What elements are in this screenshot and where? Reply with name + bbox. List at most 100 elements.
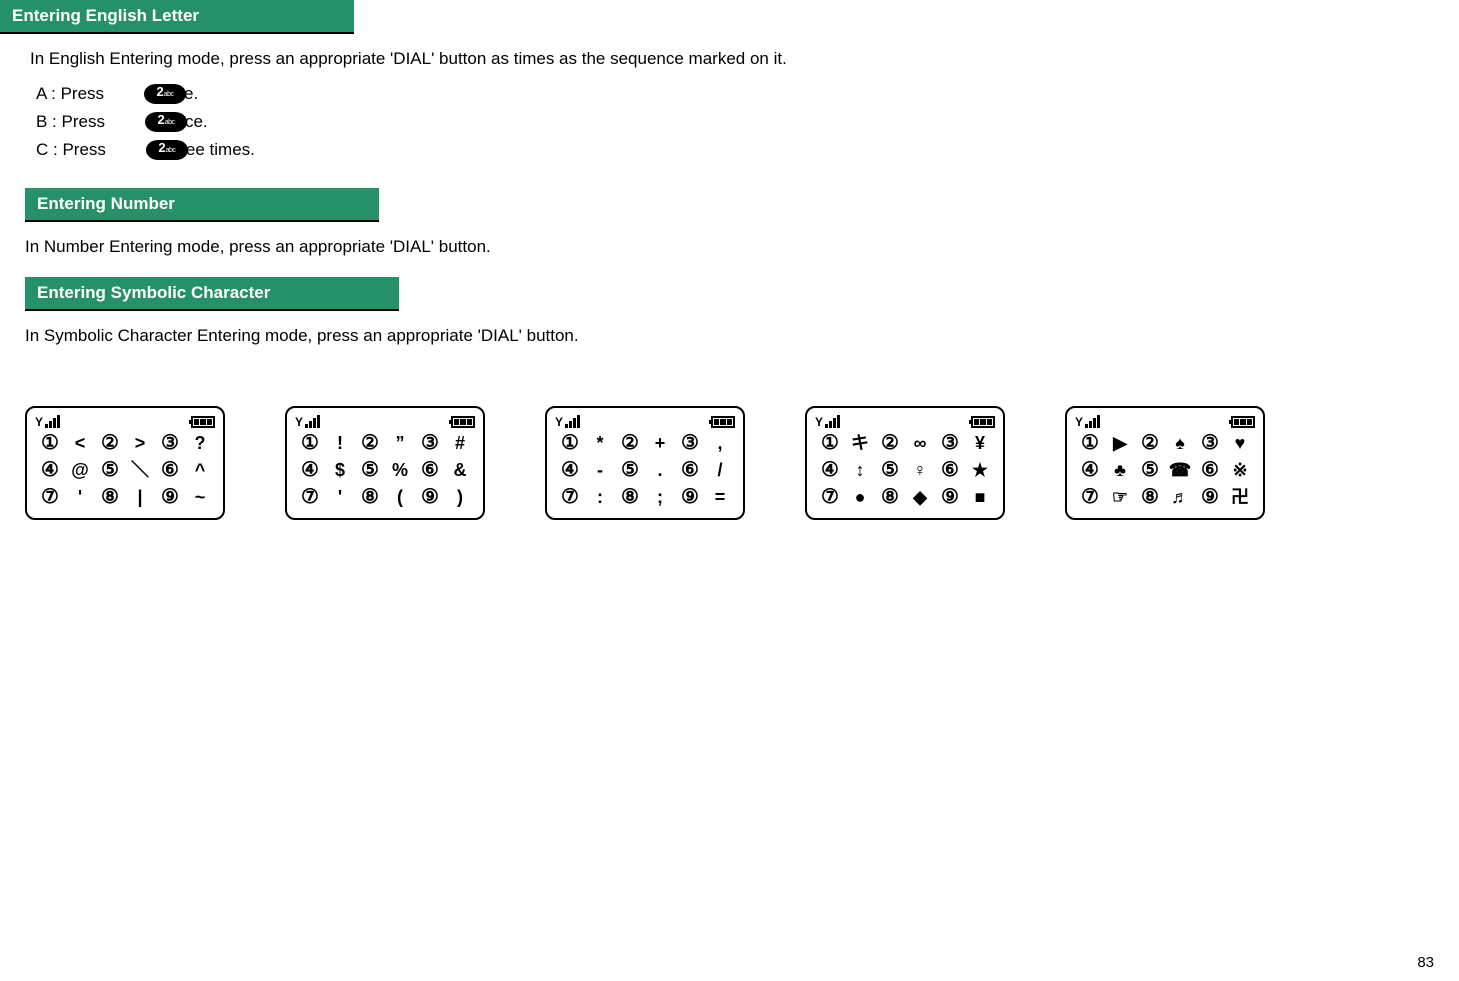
symbol-value: ♠ bbox=[1165, 430, 1195, 456]
key-number: ① bbox=[815, 430, 845, 456]
key-number: ⑨ bbox=[415, 484, 445, 510]
key-number: ⑨ bbox=[1195, 484, 1225, 510]
symbol-screens-row: Y ①<②>③?④@⑤＼⑥^⑦'⑧|⑨~ Y bbox=[0, 406, 1459, 520]
key-number: ⑤ bbox=[1135, 457, 1165, 483]
symbol-value: ! bbox=[325, 430, 355, 456]
key-number: ⑧ bbox=[95, 484, 125, 510]
symbol-value: % bbox=[385, 457, 415, 483]
signal-icon: Y bbox=[815, 415, 840, 428]
symbol-value: $ bbox=[325, 457, 355, 483]
key-number: ⑧ bbox=[1135, 484, 1165, 510]
key-number: ③ bbox=[1195, 430, 1225, 456]
section-header-symbolic: Entering Symbolic Character bbox=[25, 277, 399, 311]
press-row-a: A : Press 2abc e. bbox=[36, 84, 1459, 104]
status-bar: Y bbox=[35, 412, 215, 428]
symbol-value: ▶ bbox=[1105, 430, 1135, 456]
key-number: ② bbox=[355, 430, 385, 456]
symbol-value: ■ bbox=[965, 484, 995, 510]
key-2-icon: 2abc bbox=[145, 112, 187, 132]
symbol-grid: ①!②”③#④$⑤%⑥&⑦'⑧(⑨) bbox=[295, 430, 475, 510]
symbol-value: ) bbox=[445, 484, 475, 510]
key-number: ⑨ bbox=[935, 484, 965, 510]
key-number: ③ bbox=[155, 430, 185, 456]
key-number: ⑦ bbox=[815, 484, 845, 510]
symbol-value: / bbox=[705, 457, 735, 483]
battery-icon bbox=[971, 416, 995, 428]
key-number: ① bbox=[1075, 430, 1105, 456]
key-number: ⑦ bbox=[35, 484, 65, 510]
status-bar: Y bbox=[815, 412, 995, 428]
symbol-value: ^ bbox=[185, 457, 215, 483]
key-number: ③ bbox=[415, 430, 445, 456]
key-number: ⑧ bbox=[875, 484, 905, 510]
press-row-c: C : Press 2abc ee times. bbox=[36, 140, 1459, 160]
symbol-value: @ bbox=[65, 457, 95, 483]
symbol-value: + bbox=[645, 430, 675, 456]
symbol-value: ; bbox=[645, 484, 675, 510]
symbol-screen: Y ①*②+③,④-⑤.⑥/⑦:⑧;⑨= bbox=[545, 406, 745, 520]
key-number: ⑥ bbox=[155, 457, 185, 483]
key-number: ⑦ bbox=[1075, 484, 1105, 510]
symbol-value: ' bbox=[325, 484, 355, 510]
key-number: ② bbox=[1135, 430, 1165, 456]
symbol-screen: Y ①キ②∞③¥④↕⑤♀⑥★⑦●⑧◆⑨■ bbox=[805, 406, 1005, 520]
symbol-screen: Y ①<②>③?④@⑤＼⑥^⑦'⑧|⑨~ bbox=[25, 406, 225, 520]
symbol-value: ' bbox=[65, 484, 95, 510]
key-number: ④ bbox=[35, 457, 65, 483]
symbol-screen: Y ①!②”③#④$⑤%⑥&⑦'⑧(⑨) bbox=[285, 406, 485, 520]
key-number: ⑧ bbox=[355, 484, 385, 510]
key-number: ① bbox=[35, 430, 65, 456]
symbol-screen: Y ①▶②♠③♥④♣⑤☎⑥※⑦☞⑧♬⑨卍 bbox=[1065, 406, 1265, 520]
key-number: ⑥ bbox=[675, 457, 705, 483]
symbol-value: ☞ bbox=[1105, 484, 1135, 510]
battery-icon bbox=[1231, 416, 1255, 428]
symbol-value: | bbox=[125, 484, 155, 510]
english-intro-text: In English Entering mode, press an appro… bbox=[30, 49, 1459, 69]
symbol-value: ☎ bbox=[1165, 457, 1195, 483]
press-label: A : Press bbox=[36, 84, 104, 104]
section-english-body: In English Entering mode, press an appro… bbox=[0, 34, 1459, 188]
symbol-value: ♣ bbox=[1105, 457, 1135, 483]
key-number: ⑤ bbox=[615, 457, 645, 483]
battery-icon bbox=[711, 416, 735, 428]
key-number: ⑦ bbox=[555, 484, 585, 510]
section-number-body: In Number Entering mode, press an approp… bbox=[0, 222, 1459, 277]
symbol-value: ♥ bbox=[1225, 430, 1255, 456]
key-number: ⑤ bbox=[355, 457, 385, 483]
symbol-grid: ①▶②♠③♥④♣⑤☎⑥※⑦☞⑧♬⑨卍 bbox=[1075, 430, 1255, 510]
symbol-value: ” bbox=[385, 430, 415, 456]
symbol-value: ( bbox=[385, 484, 415, 510]
key-number: ② bbox=[875, 430, 905, 456]
key-number: ③ bbox=[675, 430, 705, 456]
symbol-value: > bbox=[125, 430, 155, 456]
key-number: ⑧ bbox=[615, 484, 645, 510]
symbol-value: ● bbox=[845, 484, 875, 510]
symbol-value: ◆ bbox=[905, 484, 935, 510]
key-number: ⑨ bbox=[675, 484, 705, 510]
page-number: 83 bbox=[1417, 954, 1434, 971]
symbol-value: - bbox=[585, 457, 615, 483]
key-number: ④ bbox=[555, 457, 585, 483]
symbol-value: ♀ bbox=[905, 457, 935, 483]
key-number: ⑥ bbox=[1195, 457, 1225, 483]
section-symbolic-body: In Symbolic Character Entering mode, pre… bbox=[0, 311, 1459, 366]
symbol-value: . bbox=[645, 457, 675, 483]
key-number: ④ bbox=[1075, 457, 1105, 483]
key-number: ④ bbox=[295, 457, 325, 483]
battery-icon bbox=[451, 416, 475, 428]
key-number: ⑥ bbox=[935, 457, 965, 483]
symbol-grid: ①*②+③,④-⑤.⑥/⑦:⑧;⑨= bbox=[555, 430, 735, 510]
key-2-icon: 2abc bbox=[146, 140, 188, 160]
key-number: ④ bbox=[815, 457, 845, 483]
key-number: ⑥ bbox=[415, 457, 445, 483]
symbol-value: 卍 bbox=[1225, 484, 1255, 510]
press-row-b: B : Press 2abc ce. bbox=[36, 112, 1459, 132]
battery-icon bbox=[191, 416, 215, 428]
key-number: ③ bbox=[935, 430, 965, 456]
symbol-value: ※ bbox=[1225, 457, 1255, 483]
status-bar: Y bbox=[1075, 412, 1255, 428]
symbol-grid: ①キ②∞③¥④↕⑤♀⑥★⑦●⑧◆⑨■ bbox=[815, 430, 995, 510]
symbol-value: : bbox=[585, 484, 615, 510]
symbol-value: < bbox=[65, 430, 95, 456]
key-number: ② bbox=[95, 430, 125, 456]
